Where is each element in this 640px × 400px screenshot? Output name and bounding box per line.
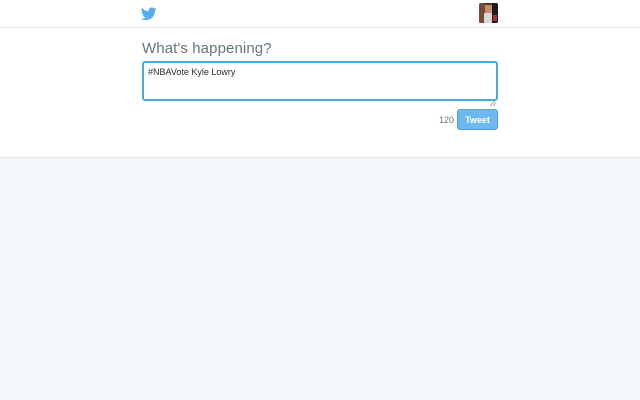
compose-panel: What's happening? #NBAVote Kyle Lowry 12… — [0, 28, 640, 158]
tweet-textarea[interactable]: #NBAVote Kyle Lowry — [142, 61, 498, 101]
character-counter: 120 — [439, 115, 455, 125]
resize-grip-icon[interactable] — [489, 93, 497, 107]
user-avatar[interactable] — [479, 3, 498, 23]
tweet-button[interactable]: Tweet — [457, 109, 498, 130]
twitter-bird-icon[interactable] — [140, 7, 157, 21]
compose-heading: What's happening? — [142, 40, 272, 57]
top-bar — [0, 0, 640, 28]
